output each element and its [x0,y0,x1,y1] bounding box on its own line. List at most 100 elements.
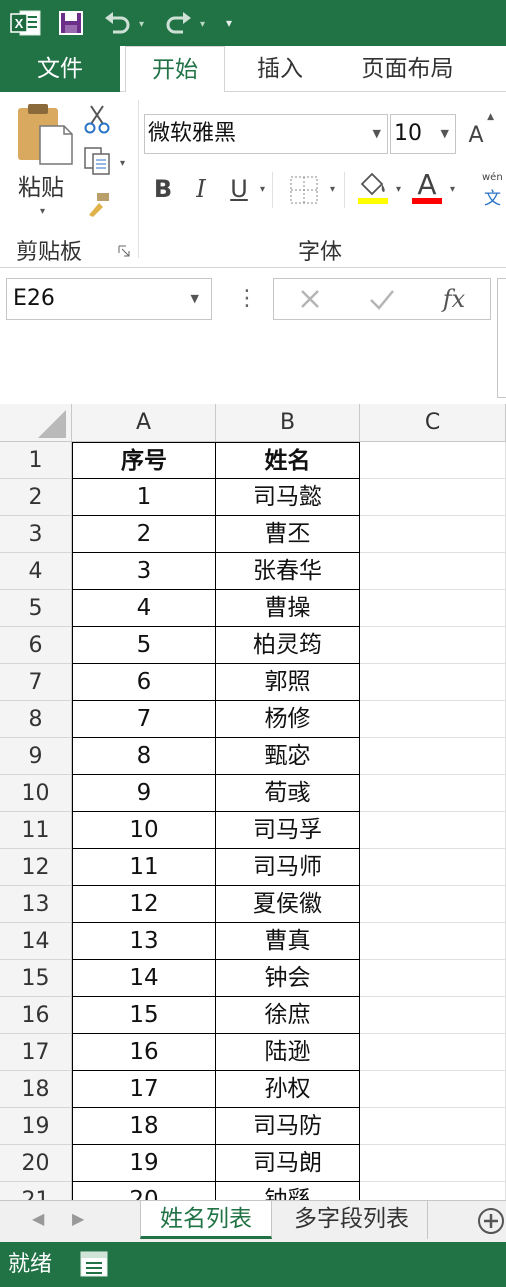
fill-color-button[interactable] [356,170,390,206]
cell-b[interactable]: 夏侯徽 [216,886,360,923]
row-header[interactable]: 16 [0,997,72,1034]
row-header[interactable]: 14 [0,923,72,960]
save-button[interactable] [54,0,88,46]
name-box[interactable]: E26 ▼ [6,278,212,320]
cell-c[interactable] [360,849,506,886]
cell-c[interactable] [360,1034,506,1071]
cell-c[interactable] [360,590,506,627]
column-header-b[interactable]: B [216,404,360,442]
row-header[interactable]: 9 [0,738,72,775]
cell-b[interactable]: 杨修 [216,701,360,738]
cell-a[interactable]: 19 [72,1145,216,1182]
cell-a[interactable]: 5 [72,627,216,664]
undo-button[interactable] [100,0,136,46]
row-header[interactable]: 4 [0,553,72,590]
insert-function-button[interactable]: fx [424,279,484,319]
cell-a[interactable]: 3 [72,553,216,590]
cell-b[interactable]: 司马师 [216,849,360,886]
borders-button[interactable] [288,174,320,206]
cancel-button[interactable] [280,279,340,319]
cell-c[interactable] [360,738,506,775]
cell-a[interactable]: 14 [72,960,216,997]
cell-a[interactable]: 17 [72,1071,216,1108]
name-box-dropdown-arrow[interactable]: ▼ [191,279,199,319]
cell-a[interactable]: 2 [72,516,216,553]
cell-c[interactable] [360,701,506,738]
cell-b[interactable]: 钟会 [216,960,360,997]
row-header[interactable]: 15 [0,960,72,997]
cell-a[interactable]: 4 [72,590,216,627]
cell-a[interactable]: 序号 [72,442,216,479]
font-name-dropdown-arrow[interactable]: ▼ [373,115,381,153]
cell-a[interactable]: 6 [72,664,216,701]
row-header[interactable]: 8 [0,701,72,738]
cell-a[interactable]: 10 [72,812,216,849]
row-header[interactable]: 1 [0,442,72,479]
cell-a[interactable]: 9 [72,775,216,812]
cell-c[interactable] [360,1182,506,1200]
font-color-button[interactable]: A [410,168,444,206]
cell-b[interactable]: 孙权 [216,1071,360,1108]
row-header[interactable]: 17 [0,1034,72,1071]
cell-a[interactable]: 13 [72,923,216,960]
cell-c[interactable] [360,553,506,590]
tab-page-layout[interactable]: 页面布局 [345,46,470,92]
row-header[interactable]: 20 [0,1145,72,1182]
row-header[interactable]: 7 [0,664,72,701]
row-header[interactable]: 2 [0,479,72,516]
enter-button[interactable] [352,279,412,319]
fill-color-dropdown-arrow[interactable]: ▾ [396,184,401,195]
add-sheet-icon[interactable] [476,1206,506,1236]
phonetic-guide-button[interactable]: wén 文 [480,172,506,209]
cell-c[interactable] [360,664,506,701]
row-header[interactable]: 10 [0,775,72,812]
cell-a[interactable]: 18 [72,1108,216,1145]
row-header[interactable]: 11 [0,812,72,849]
cell-c[interactable] [360,516,506,553]
cell-b[interactable]: 荀彧 [216,775,360,812]
column-header-c[interactable]: C [360,404,506,442]
tab-file[interactable]: 文件 [0,46,120,92]
undo-dropdown-arrow[interactable]: ▾ [139,19,144,30]
row-header[interactable]: 13 [0,886,72,923]
cell-c[interactable] [360,627,506,664]
row-header[interactable]: 3 [0,516,72,553]
cell-a[interactable]: 20 [72,1182,216,1200]
row-header[interactable]: 19 [0,1108,72,1145]
cell-b[interactable]: 司马孚 [216,812,360,849]
cell-c[interactable] [360,923,506,960]
format-painter-button[interactable] [84,190,114,220]
cell-b[interactable]: 柏灵筠 [216,627,360,664]
underline-dropdown-arrow[interactable]: ▾ [260,184,265,195]
cell-b[interactable]: 甄宓 [216,738,360,775]
font-color-dropdown-arrow[interactable]: ▾ [450,184,455,195]
cell-c[interactable] [360,812,506,849]
formula-input[interactable] [497,278,506,398]
cell-c[interactable] [360,479,506,516]
cell-a[interactable]: 15 [72,997,216,1034]
cell-b[interactable]: 陆逊 [216,1034,360,1071]
row-header[interactable]: 18 [0,1071,72,1108]
paste-button[interactable] [14,102,74,168]
row-header[interactable]: 5 [0,590,72,627]
italic-button[interactable]: I [188,172,214,206]
cell-c[interactable] [360,442,506,479]
sheet-tab-other[interactable]: 多字段列表 [276,1201,428,1239]
customize-qat-icon[interactable]: ▾ [226,16,232,30]
drag-handle-icon[interactable]: ⋮ [236,286,258,311]
cell-b[interactable]: 徐庶 [216,997,360,1034]
grow-font-button[interactable]: A ▲ [462,112,494,152]
cell-a[interactable]: 1 [72,479,216,516]
cell-b[interactable]: 司马朗 [216,1145,360,1182]
cell-c[interactable] [360,1071,506,1108]
cell-b[interactable]: 张春华 [216,553,360,590]
tab-insert[interactable]: 插入 [240,46,320,92]
column-header-a[interactable]: A [72,404,216,442]
cell-c[interactable] [360,775,506,812]
cut-button[interactable] [82,104,112,134]
sheet-nav-left-icon[interactable]: ◀ [32,1209,44,1228]
redo-dropdown-arrow[interactable]: ▾ [200,19,205,30]
borders-dropdown-arrow[interactable]: ▾ [330,184,335,195]
sheet-nav-right-icon[interactable]: ▶ [72,1209,84,1228]
underline-button[interactable]: U [226,172,252,206]
